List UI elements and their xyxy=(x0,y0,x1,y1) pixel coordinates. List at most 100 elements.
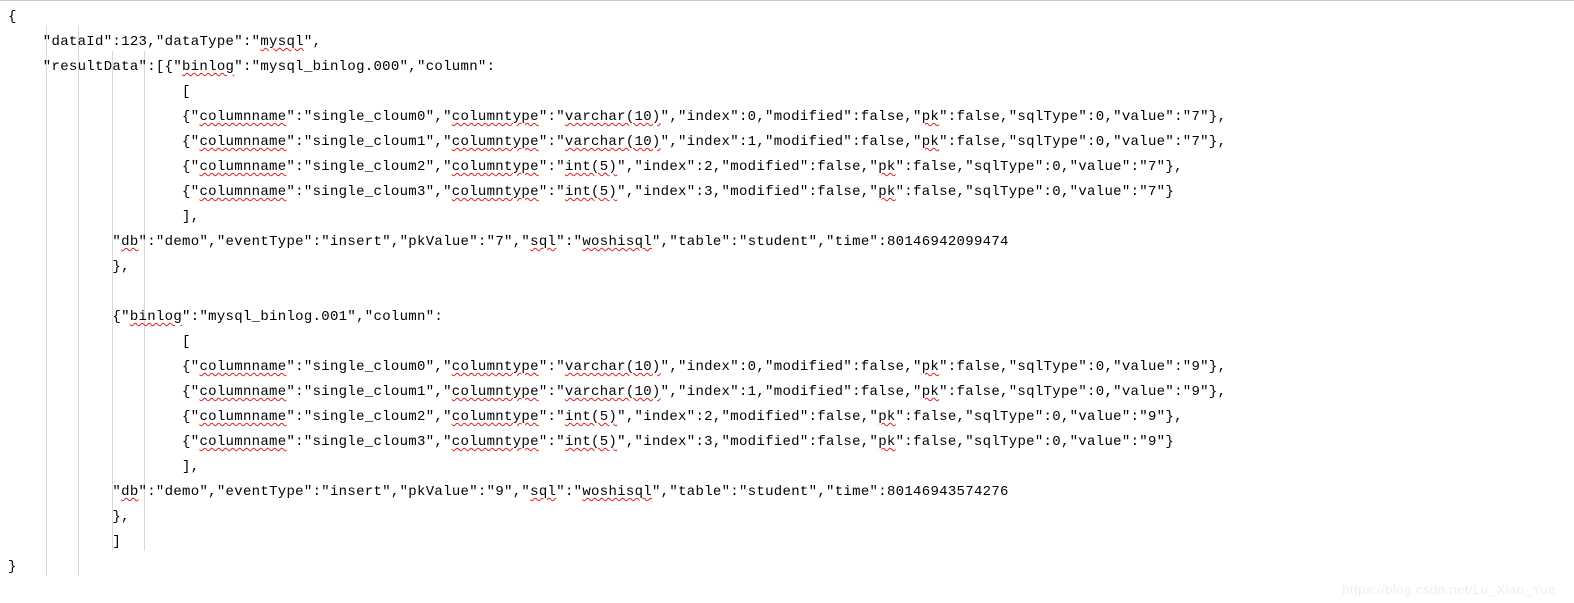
t: "}, xyxy=(1200,359,1226,375)
code-line: { xyxy=(8,5,1574,30)
t: ":" xyxy=(234,59,260,75)
t: ], xyxy=(8,209,199,225)
code-line: {"columnname":"single_cloum1","columntyp… xyxy=(8,130,1574,155)
v: 9 xyxy=(1191,359,1200,375)
t: ,"modified": xyxy=(713,159,817,175)
v: mysql_binlog.000 xyxy=(260,59,399,75)
t: ","index": xyxy=(661,359,748,375)
t: "," xyxy=(426,434,452,450)
v: 3 xyxy=(704,184,713,200)
v: 7 xyxy=(1148,159,1157,175)
t: ":" xyxy=(556,234,582,250)
t: {" xyxy=(8,184,199,200)
code-line: {"columnname":"single_cloum2","columntyp… xyxy=(8,155,1574,180)
json-editor: { "dataId":123,"dataType":"mysql", "resu… xyxy=(0,1,1574,580)
v: false xyxy=(913,184,957,200)
t: ," xyxy=(904,134,921,150)
v: 0 xyxy=(1052,159,1061,175)
t: ," xyxy=(904,384,921,400)
spell-error: columntype xyxy=(452,134,539,150)
v: false xyxy=(817,159,861,175)
t: ","index": xyxy=(661,134,748,150)
t: " xyxy=(8,234,121,250)
v: 9 xyxy=(1148,409,1157,425)
spell-error: columnname xyxy=(199,384,286,400)
code-line: "dataId":123,"dataType":"mysql", xyxy=(8,30,1574,55)
t: [ xyxy=(8,84,191,100)
t: "," xyxy=(426,409,452,425)
t: ":" xyxy=(286,109,312,125)
t: ":" xyxy=(539,359,565,375)
v: false xyxy=(817,409,861,425)
v: demo xyxy=(165,484,200,500)
v: 0 xyxy=(1052,409,1061,425)
t: ": xyxy=(896,409,913,425)
t: ":" xyxy=(286,384,312,400)
code-line: }, xyxy=(8,255,1574,280)
t: ": xyxy=(939,384,956,400)
t: ,"sqlType": xyxy=(957,409,1053,425)
t: "}, xyxy=(1200,384,1226,400)
spell-error: pk xyxy=(878,434,895,450)
t: ","index": xyxy=(617,434,704,450)
t: ","pkValue":" xyxy=(382,234,495,250)
v: false xyxy=(913,434,957,450)
v: 80146942099474 xyxy=(887,234,1009,250)
v: false xyxy=(861,109,905,125)
code-line: {"binlog":"mysql_binlog.001","column": xyxy=(8,305,1574,330)
t: ","index": xyxy=(661,109,748,125)
t: ":" xyxy=(286,409,312,425)
v: student xyxy=(748,234,809,250)
code-line: {"columnname":"single_cloum2","columntyp… xyxy=(8,405,1574,430)
t: ,"sqlType": xyxy=(957,184,1053,200)
v: 123 xyxy=(121,34,147,50)
t: "," xyxy=(426,134,452,150)
v: single_cloum2 xyxy=(313,159,426,175)
code-line: "resultData":[{"binlog":"mysql_binlog.00… xyxy=(8,55,1574,80)
t: ":" xyxy=(539,109,565,125)
v: false xyxy=(913,159,957,175)
v: false xyxy=(957,384,1001,400)
t: "} xyxy=(1157,434,1174,450)
t: ":" xyxy=(556,484,582,500)
t: "," xyxy=(426,359,452,375)
t: ] xyxy=(8,534,121,550)
t: ":" xyxy=(286,184,312,200)
v: 7 xyxy=(1191,109,1200,125)
t: ," xyxy=(904,359,921,375)
t: ": xyxy=(939,359,956,375)
v: insert xyxy=(330,484,382,500)
spell-error: pk xyxy=(922,134,939,150)
v: 0 xyxy=(1052,434,1061,450)
spell-error: pk xyxy=(922,359,939,375)
spell-error: pk xyxy=(922,384,939,400)
v: single_cloum1 xyxy=(313,384,426,400)
v: single_cloum0 xyxy=(313,359,426,375)
v: 7 xyxy=(1191,134,1200,150)
v: false xyxy=(861,134,905,150)
t: ","index": xyxy=(617,184,704,200)
v: 7 xyxy=(495,234,504,250)
t: ," xyxy=(861,159,878,175)
v: demo xyxy=(165,234,200,250)
t: {" xyxy=(8,159,199,175)
t: ":" xyxy=(286,134,312,150)
spell-error: columntype xyxy=(452,434,539,450)
t: ,"sqlType": xyxy=(1000,384,1096,400)
spell-error: mysql xyxy=(260,34,304,50)
t: ","table":" xyxy=(652,484,748,500)
v: single_cloum3 xyxy=(313,434,426,450)
v: 7 xyxy=(1148,184,1157,200)
t: ,"value":" xyxy=(1061,184,1148,200)
t: "," xyxy=(504,234,530,250)
t: ," xyxy=(861,409,878,425)
t: ":" xyxy=(182,309,208,325)
v: false xyxy=(913,409,957,425)
v: 9 xyxy=(1148,434,1157,450)
code-line: }, xyxy=(8,505,1574,530)
t: "," xyxy=(426,184,452,200)
spell-error: int(5) xyxy=(565,159,617,175)
t: "dataId": xyxy=(8,34,121,50)
v: single_cloum1 xyxy=(313,134,426,150)
v: false xyxy=(817,434,861,450)
